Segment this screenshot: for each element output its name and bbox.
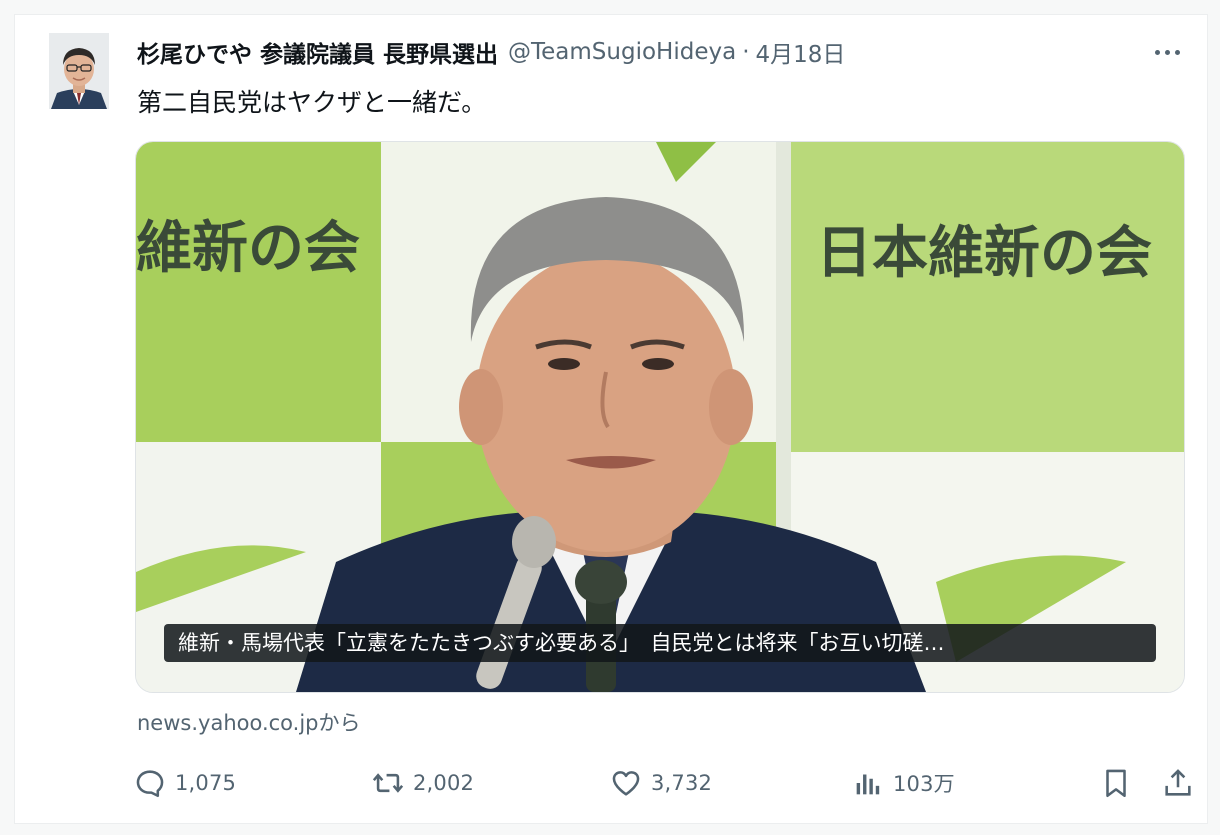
card-caption: 維新・馬場代表「立憲をたたきつぶす必要ある」 自民党とは将来「お互い切磋… — [164, 624, 1156, 662]
like-button[interactable]: 3,732 — [609, 763, 712, 803]
card-source-link[interactable]: news.yahoo.co.jpから — [137, 707, 361, 737]
author-name[interactable]: 杉尾ひでや 参議院議員 長野県選出 — [137, 35, 498, 69]
share-icon — [1165, 769, 1191, 796]
tweet-date[interactable]: 4月18日 — [756, 35, 846, 69]
tweet-header: 杉尾ひでや 参議院議員 長野県選出 @TeamSugioHideya · 4月1… — [137, 35, 845, 69]
link-card-image[interactable]: 維新の会 日本維新の会 維新・馬場代表「立憲をたたきつぶす必要ある」 自民党とは… — [135, 141, 1185, 693]
more-icon[interactable] — [1147, 37, 1187, 67]
share-button[interactable] — [1161, 763, 1203, 803]
views-icon — [856, 774, 880, 795]
header-separator: · — [742, 39, 750, 65]
bookmark-icon — [1106, 769, 1126, 798]
views-count: 103万 — [893, 772, 955, 796]
retweet-count: 2,002 — [413, 771, 475, 795]
tweet-card[interactable]: 杉尾ひでや 参議院議員 長野県選出 @TeamSugioHideya · 4月1… — [14, 14, 1208, 824]
banner-left-text: 維新の会 — [136, 216, 360, 281]
page-background: 杉尾ひでや 参議院議員 長野県選出 @TeamSugioHideya · 4月1… — [0, 0, 1220, 835]
banner-right-text: 日本維新の会 — [816, 221, 1152, 286]
author-handle[interactable]: @TeamSugioHideya — [508, 39, 736, 65]
bookmark-button[interactable] — [1099, 763, 1141, 803]
reply-button[interactable]: 1,075 — [133, 763, 236, 803]
like-count: 3,732 — [651, 771, 713, 795]
reply-icon — [136, 770, 164, 798]
tweet-text: 第二自民党はヤクザと一緒だ。 — [137, 88, 487, 117]
avatar[interactable] — [49, 33, 109, 109]
reply-count: 1,075 — [175, 771, 237, 795]
card-photo: 維新の会 日本維新の会 — [136, 142, 1184, 692]
retweet-icon — [372, 773, 404, 793]
like-icon — [612, 771, 640, 796]
retweet-button[interactable]: 2,002 — [371, 763, 474, 803]
tweet-actions: 1,075 2,002 3,732 103万 — [133, 763, 1197, 803]
views-button[interactable]: 103万 — [851, 763, 955, 803]
